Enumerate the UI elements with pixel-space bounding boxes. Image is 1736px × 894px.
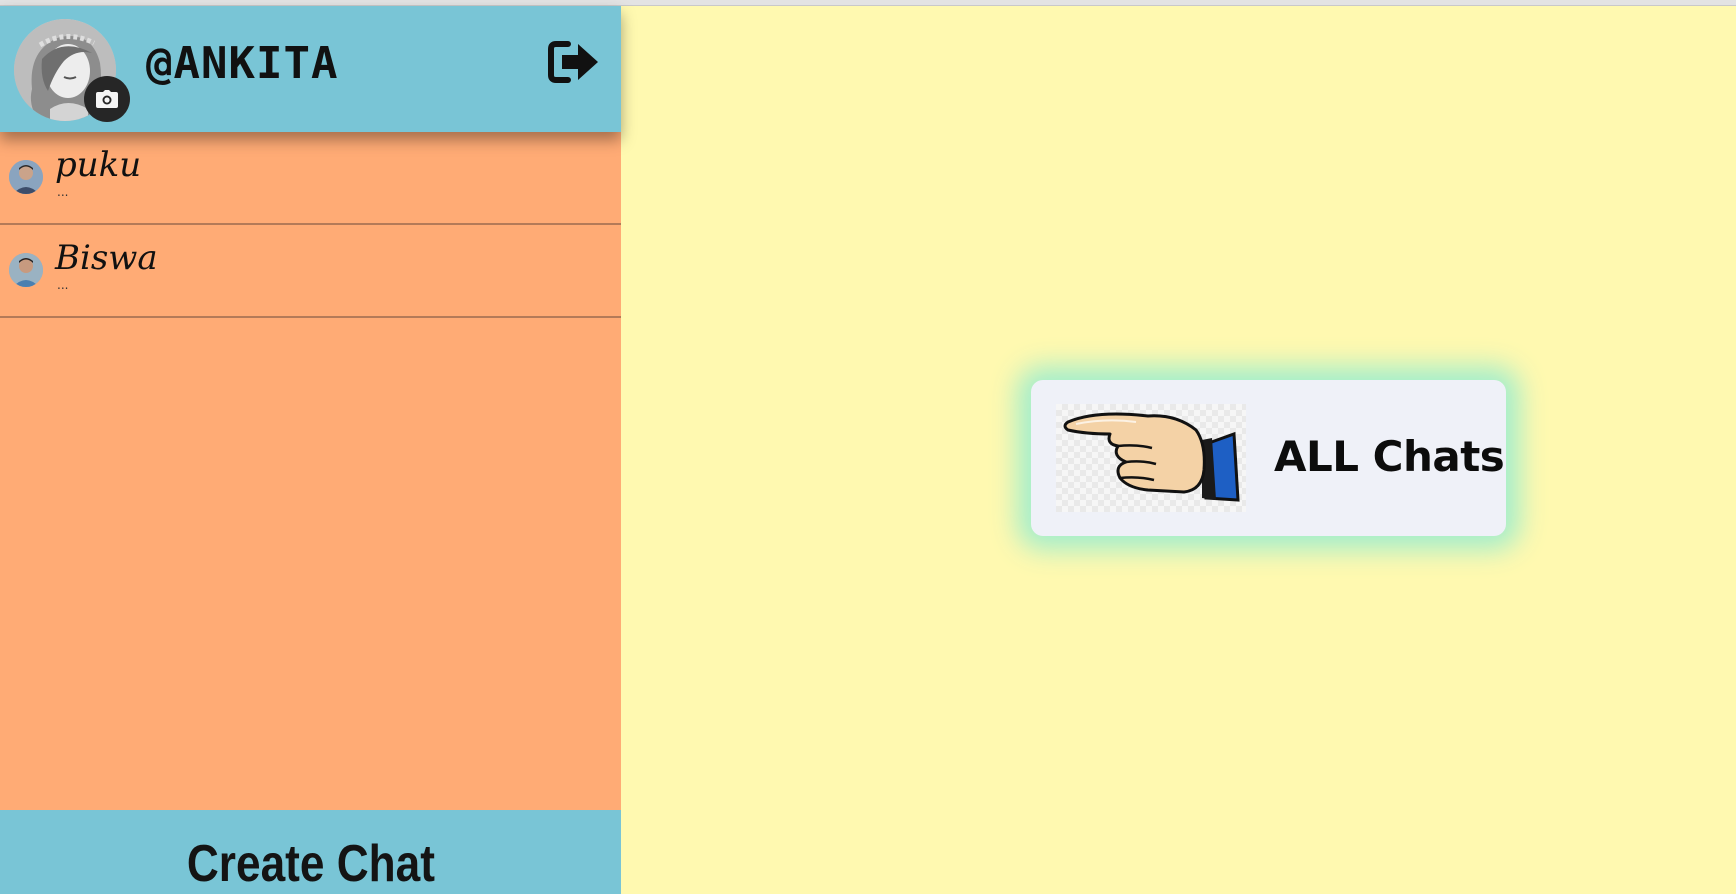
chat-list-item-puku[interactable]: puku ...: [0, 132, 621, 225]
contact-avatar-icon: [9, 160, 43, 194]
logout-button[interactable]: [548, 40, 600, 84]
profile-header: @ANKITA: [0, 6, 621, 132]
sign-out-icon: [548, 41, 598, 83]
chat-name: puku: [55, 145, 142, 185]
chat-list-item-biswa[interactable]: Biswa ...: [0, 225, 621, 318]
sidebar: @ANKITA puku ... Biswa ... Create Chat: [0, 6, 621, 894]
contact-avatar-icon: [9, 253, 43, 287]
create-chat-label: Create Chat: [186, 835, 435, 893]
chat-preview: ...: [57, 185, 69, 199]
change-photo-button[interactable]: [84, 76, 130, 122]
all-chats-label: ALL Chats: [1274, 432, 1505, 481]
pointing-hand-icon: [1056, 404, 1246, 512]
username-handle: @ANKITA: [146, 38, 339, 89]
camera-icon: [96, 90, 118, 108]
chat-list: puku ... Biswa ...: [0, 132, 621, 318]
create-chat-button[interactable]: Create Chat: [0, 810, 621, 894]
chat-preview: ...: [57, 278, 69, 292]
all-chats-prompt: ALL Chats: [1031, 380, 1506, 536]
chat-name: Biswa: [55, 238, 158, 278]
